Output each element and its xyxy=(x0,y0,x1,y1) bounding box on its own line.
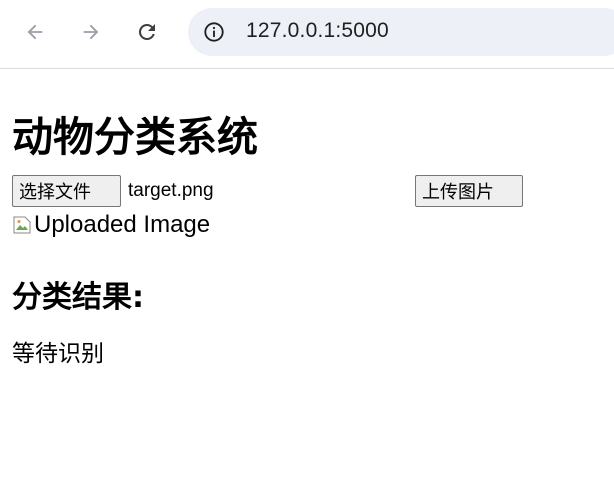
choose-file-button[interactable]: 选择文件 xyxy=(12,175,121,207)
upload-image-button[interactable]: 上传图片 xyxy=(415,175,523,207)
upload-form: 选择文件 target.png 上传图片 xyxy=(12,173,602,209)
result-heading: 分类结果: xyxy=(12,280,144,315)
url-text[interactable]: 127.0.0.1:5000 xyxy=(246,19,389,43)
back-arrow-icon[interactable] xyxy=(20,17,50,47)
forward-arrow-icon[interactable] xyxy=(76,17,106,47)
address-bar[interactable]: 127.0.0.1:5000 xyxy=(188,8,614,56)
reload-icon[interactable] xyxy=(132,17,162,47)
image-alt-text: Uploaded Image xyxy=(34,211,211,238)
uploaded-image: Uploaded Image xyxy=(12,208,602,242)
selected-file-name: target.png xyxy=(128,180,214,201)
page-title: 动物分类系统 xyxy=(12,113,258,161)
result-text: 等待识别 xyxy=(12,341,104,367)
browser-toolbar: 127.0.0.1:5000 xyxy=(0,0,614,69)
broken-image-icon xyxy=(13,216,31,234)
info-icon[interactable] xyxy=(202,20,226,44)
page-content: 动物分类系统 选择文件 target.png 上传图片 Uploaded Ima… xyxy=(12,69,602,370)
